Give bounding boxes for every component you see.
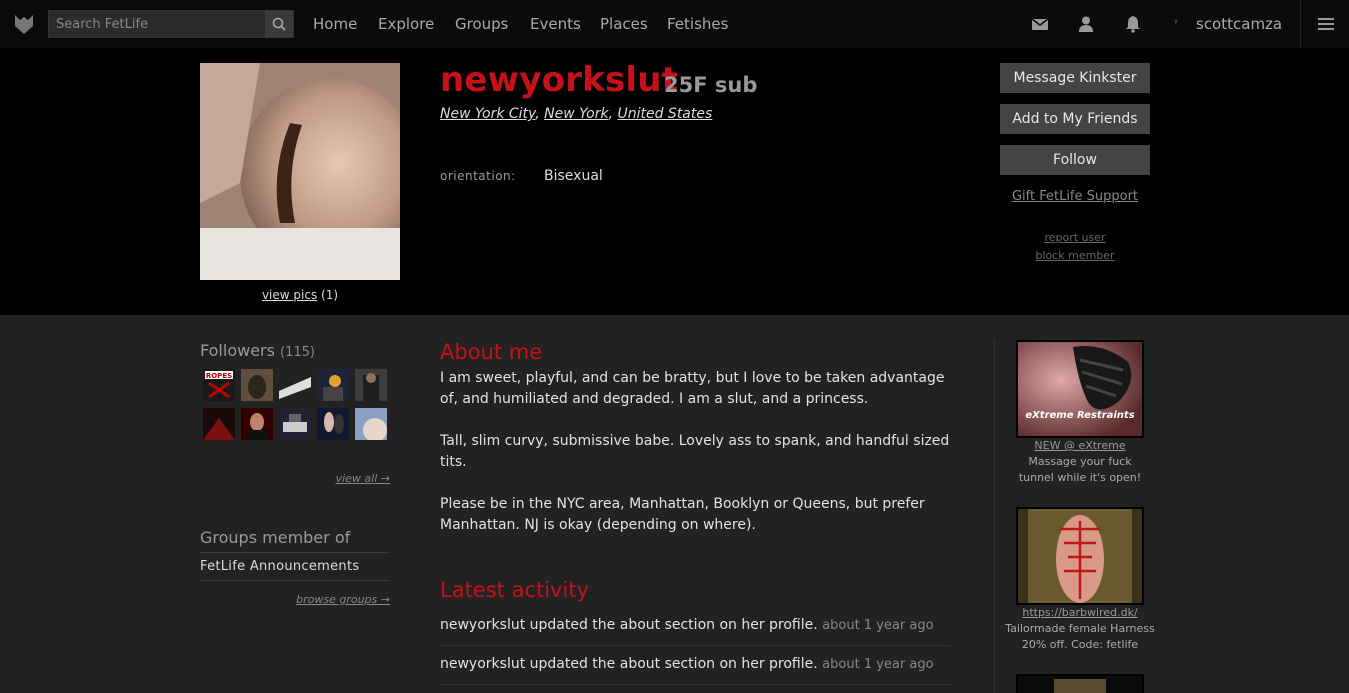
activity-item: newyorkslut updated the about section on… [440, 617, 950, 633]
block-member-link[interactable]: block member [1000, 249, 1150, 262]
nav-explore[interactable]: Explore [378, 15, 434, 33]
ad-link[interactable]: https://barbwired.dk/ [1004, 605, 1156, 621]
pics-count: (1) [321, 288, 339, 302]
view-pics-link[interactable]: view pics [262, 288, 317, 302]
about-paragraph: Please be in the NYC area, Manhattan, Bo… [440, 496, 925, 533]
profile-age-gender-role: 25F sub [664, 73, 758, 97]
activity-time[interactable]: about 1 year ago [822, 618, 933, 633]
follower-thumb[interactable] [241, 369, 273, 401]
profile-name: newyorkslut [440, 60, 679, 100]
envelope-icon[interactable] [1030, 14, 1050, 34]
divider [440, 684, 950, 685]
ad-caption: https://barbwired.dk/ Tailormade female … [1004, 605, 1156, 653]
activity-item: newyorkslut updated the about section on… [440, 656, 950, 672]
view-all-followers-link[interactable]: view all → [200, 472, 390, 485]
location-city-link[interactable]: New York City [440, 106, 535, 122]
browse-groups-link[interactable]: browse groups → [200, 593, 390, 606]
nav-groups[interactable]: Groups [455, 15, 508, 33]
ad-logo-text: eXtreme Restraints [1025, 410, 1134, 421]
ad-line: Tailormade female Harness [1005, 622, 1155, 635]
ad-link[interactable]: NEW @ eXtreme [1004, 438, 1156, 454]
divider [440, 645, 950, 646]
follower-thumb[interactable] [279, 369, 311, 401]
nav-events[interactable]: Events [530, 15, 581, 33]
nav-home[interactable]: Home [313, 15, 357, 33]
ad-banner-extreme[interactable]: eXtreme Restraints [1016, 340, 1144, 438]
about-paragraph: I am sweet, playful, and can be bratty, … [440, 370, 945, 407]
view-pics: view pics (1) [200, 288, 400, 302]
followers-title: Followers [200, 341, 275, 360]
ad-banner-partial[interactable] [1016, 674, 1144, 693]
orientation-value: Bisexual [544, 168, 603, 184]
search-button[interactable] [265, 11, 293, 37]
latest-activity-heading: Latest activity [440, 578, 589, 602]
follower-thumb[interactable] [279, 408, 311, 440]
divider [200, 552, 390, 553]
follower-thumb[interactable]: ROPES [203, 369, 235, 401]
nav-fetishes[interactable]: Fetishes [667, 15, 728, 33]
report-user-link[interactable]: report user [1000, 231, 1150, 244]
activity-text[interactable]: newyorkslut updated the about section on… [440, 656, 818, 672]
ad-line: Massage your fuck [1028, 455, 1132, 468]
nav-divider [1300, 0, 1301, 48]
ads-divider [994, 340, 995, 693]
group-item[interactable]: FetLife Announcements [200, 559, 359, 574]
location-country-link[interactable]: United States [617, 106, 712, 122]
bell-icon[interactable] [1123, 14, 1143, 34]
add-friend-button[interactable]: Add to My Friends [1000, 104, 1150, 134]
ad-banner-barbwired[interactable] [1016, 507, 1144, 605]
orientation-label: orientation: [440, 169, 516, 183]
username-link[interactable]: scottcamza [1196, 15, 1282, 33]
follower-thumb[interactable] [317, 369, 349, 401]
top-navigation: Home Explore Groups Events Places Fetish… [0, 0, 1349, 48]
svg-text:ROPES: ROPES [206, 372, 232, 380]
follower-thumb[interactable] [203, 408, 235, 440]
location-state-link[interactable]: New York [544, 106, 608, 122]
activity-time[interactable]: about 1 year ago [822, 657, 933, 672]
ad-line: tunnel while it's open! [1018, 471, 1142, 484]
user-avatar-icon[interactable]: ᵞ [1174, 18, 1184, 30]
about-paragraph: Tall, slim curvy, submissive babe. Lovel… [440, 433, 950, 470]
follower-thumb[interactable] [355, 408, 387, 442]
search-box [48, 10, 294, 38]
follower-thumb[interactable] [241, 408, 273, 440]
followers-heading: Followers (115) [200, 341, 315, 360]
message-kinkster-button[interactable]: Message Kinkster [1000, 63, 1150, 93]
nav-places[interactable]: Places [600, 15, 648, 33]
about-me-heading: About me [440, 340, 543, 364]
ad-caption: NEW @ eXtreme Massage your fuck tunnel w… [1004, 438, 1156, 486]
user-icon[interactable] [1076, 14, 1096, 34]
profile-location: New York City, New York, United States [440, 106, 713, 122]
fetlife-logo-icon[interactable] [12, 12, 36, 36]
ad-line: 20% off. Code: fetlife [1021, 638, 1139, 651]
follower-thumb[interactable] [355, 369, 387, 401]
followers-count: (115) [280, 345, 316, 360]
profile-avatar[interactable] [200, 63, 400, 280]
search-icon [272, 17, 286, 31]
menu-icon[interactable] [1316, 14, 1336, 34]
activity-text[interactable]: newyorkslut updated the about section on… [440, 617, 818, 633]
groups-heading: Groups member of [200, 528, 351, 547]
follower-thumb[interactable] [317, 408, 349, 440]
divider [200, 580, 390, 581]
gift-support-link[interactable]: Gift FetLife Support [1000, 189, 1150, 204]
search-input[interactable] [49, 11, 265, 37]
follow-button[interactable]: Follow [1000, 145, 1150, 175]
